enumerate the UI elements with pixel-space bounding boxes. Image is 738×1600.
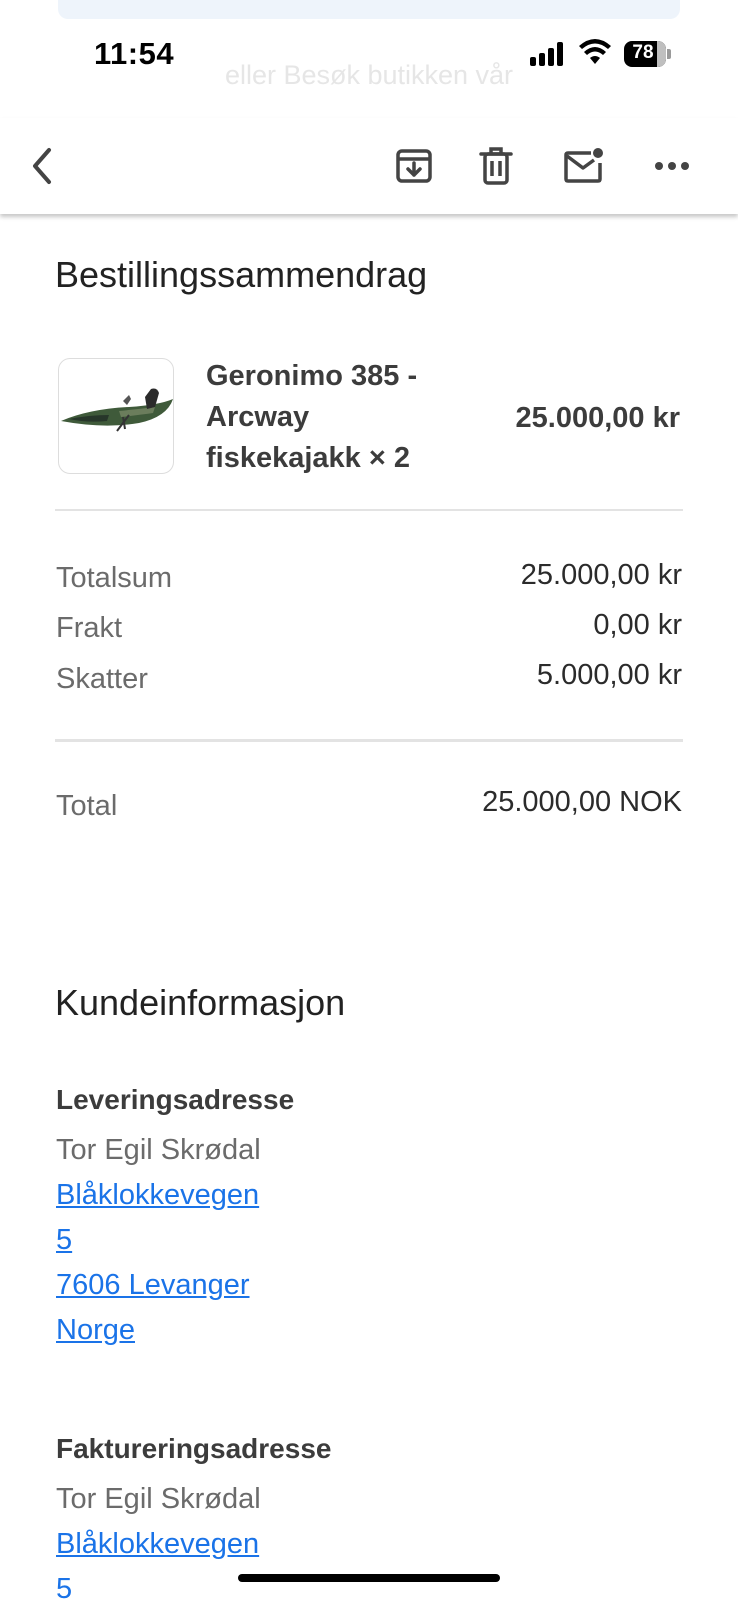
product-thumbnail[interactable] [58,358,174,474]
battery-level: 78 [632,42,654,63]
shipping-label: Frakt [56,612,123,644]
shipping-house-number-link[interactable]: 5 [56,1224,72,1257]
more-options-button[interactable] [646,140,698,192]
shipping-postal-city-link[interactable]: 7606 Levanger [56,1269,250,1302]
trash-icon [479,147,513,185]
subtotal-label: Totalsum [56,562,173,594]
previous-content-edge [58,0,680,19]
product-price: 25.000,00 kr [515,402,680,434]
billing-address-heading: Faktureringsadresse [56,1433,332,1464]
customer-info-title: Kundeinformasjon [55,982,346,1023]
billing-house-number-link[interactable]: 5 [56,1573,72,1600]
divider [55,509,683,511]
billing-name: Tor Egil Skrødal [56,1483,261,1515]
total-value: 25.000,00 NOK [482,786,682,818]
total-label: Total [56,790,118,822]
wifi-icon [579,39,611,64]
mark-unread-icon [564,148,603,183]
order-summary-title: Bestillingssammendrag [55,254,428,295]
back-button[interactable] [16,140,68,192]
home-indicator[interactable] [238,1574,500,1582]
archive-icon [396,149,432,183]
taxes-value: 5.000,00 kr [536,659,682,691]
delete-button[interactable] [470,140,522,192]
shipping-country-link[interactable]: Norge [56,1314,135,1347]
cellular-signal-icon [530,42,566,66]
billing-street-link[interactable]: Blåklokkevegen [56,1528,259,1561]
shipping-address-heading: Leveringsadresse [56,1084,295,1115]
status-time: 11:54 [94,36,175,71]
shipping-value: 0,00 kr [593,609,682,641]
more-icon [655,162,689,170]
divider [55,739,683,742]
mark-unread-button[interactable] [558,140,610,192]
kayak-image [61,388,173,432]
shipping-name: Tor Egil Skrødal [56,1134,261,1166]
archive-button[interactable] [388,140,440,192]
taxes-label: Skatter [56,663,148,695]
back-arrow-icon [33,148,51,184]
shipping-street-link[interactable]: Blåklokkevegen [56,1179,259,1212]
battery-icon: 78 [624,41,671,67]
product-name: Geronimo 385 - Arcway fiskekajakk × 2 [206,356,456,479]
email-toolbar [0,118,738,214]
product-name-line: Geronimo 385 - [206,360,418,392]
product-name-line: Arcway [206,401,310,433]
subtotal-value: 25.000,00 kr [520,559,682,591]
product-name-line: fiskekajakk × 2 [206,442,410,474]
